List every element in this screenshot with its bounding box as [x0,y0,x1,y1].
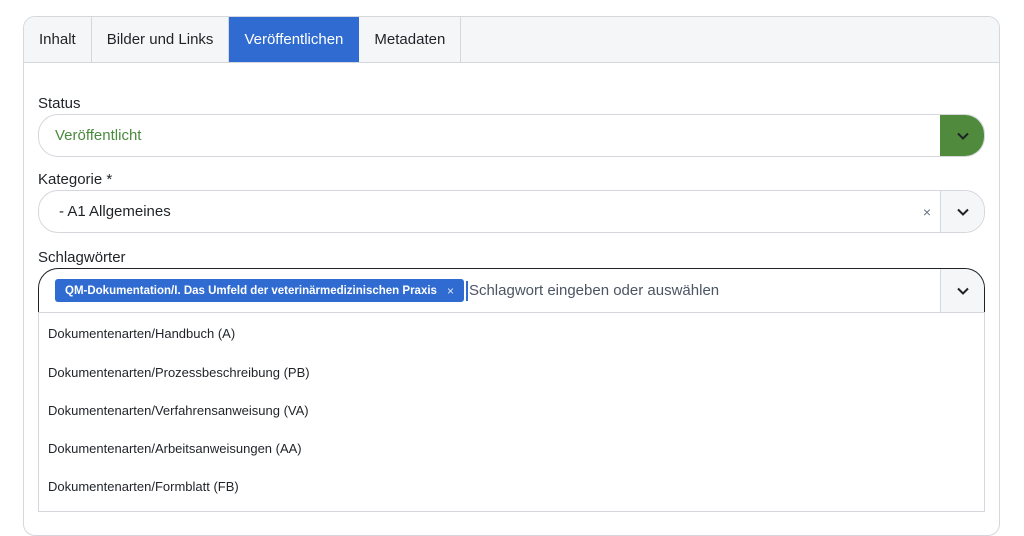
kategorie-select[interactable]: - A1 Allgemeines × [38,190,985,233]
chevron-down-icon [956,132,969,140]
tag-chip-label: QM-Dokumentation/I. Das Umfeld der veter… [65,284,437,297]
tab-veroeffentlichen[interactable]: Veröffentlichen [229,17,360,62]
status-value: Veröffentlicht [55,127,142,144]
chevron-down-icon [956,208,969,216]
list-item[interactable]: Dokumentenarten/Verfahrensanweisung (VA) [39,391,984,429]
close-icon[interactable]: × [447,284,454,298]
kategorie-value: - A1 Allgemeines [59,203,171,220]
chevron-down-icon [956,287,969,295]
status-dropdown-toggle[interactable] [940,115,984,156]
tab-bilder-und-links[interactable]: Bilder und Links [91,17,230,62]
schlagwort-input[interactable] [465,280,940,301]
status-select[interactable]: Veröffentlicht [38,114,985,157]
schlagwoerter-label: Schlagwörter [38,249,126,266]
tab-inhalt[interactable]: Inhalt [24,17,92,62]
editor-card: Inhalt Bilder und Links Veröffentlichen … [23,16,1000,536]
list-item[interactable]: Dokumentenarten/Formblatt (FB) [39,467,984,505]
schlagwoerter-options-list: Dokumentenarten/Handbuch (A) Dokumentena… [38,312,985,512]
list-item[interactable]: Dokumentenarten/Prozessbeschreibung (PB) [39,353,984,391]
schlagwoerter-select[interactable]: QM-Dokumentation/I. Das Umfeld der veter… [38,268,985,312]
kategorie-dropdown-toggle[interactable] [940,191,984,232]
tab-metadaten[interactable]: Metadaten [359,17,462,62]
tab-panel: Status Veröffentlicht Kategorie * - A1 A… [24,95,999,512]
selected-tag-chip: QM-Dokumentation/I. Das Umfeld der veter… [55,279,464,302]
list-item[interactable]: Dokumentenarten/Handbuch (A) [39,313,984,353]
schlagwoerter-dropdown-toggle[interactable] [940,269,984,312]
close-icon[interactable]: × [914,204,940,220]
status-label: Status [38,95,81,112]
kategorie-label: Kategorie * [38,171,113,188]
tab-bar: Inhalt Bilder und Links Veröffentlichen … [24,17,999,63]
list-item[interactable]: Dokumentenarten/Arbeitsanweisungen (AA) [39,429,984,467]
